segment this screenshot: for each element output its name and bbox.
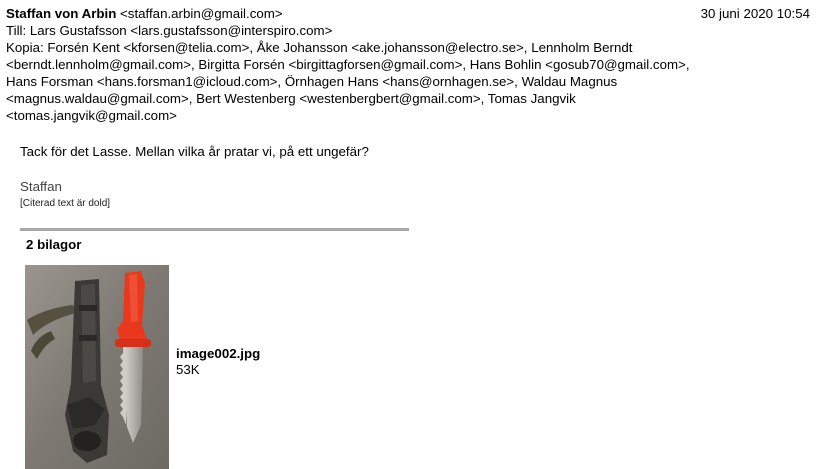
cc-line: Kopia: Forsén Kent <kforsen@telia.com>, … <box>6 40 633 55</box>
message-date: 30 juni 2020 10:54 <box>700 6 810 21</box>
cc-line: Hans Forsman <hans.forsman1@icloud.com>,… <box>6 74 618 89</box>
message-header: Staffan von Arbin <staffan.arbin@gmail.c… <box>6 5 810 124</box>
attachment-thumbnail[interactable] <box>25 265 169 469</box>
knife-photo <box>25 265 169 469</box>
sender-line: Staffan von Arbin <staffan.arbin@gmail.c… <box>6 5 810 22</box>
message-body: Tack för det Lasse. Mellan vilka år prat… <box>20 144 369 159</box>
attachment-filename[interactable]: image002.jpg <box>176 346 260 361</box>
sender-name[interactable]: Staffan von Arbin <box>6 6 116 21</box>
attachments-divider <box>20 228 409 231</box>
to-line: Till: Lars Gustafsson <lars.gustafsson@i… <box>6 23 333 38</box>
attachments-title: 2 bilagor <box>26 237 82 252</box>
cc-line: <magnus.waldau@gmail.com>, Bert Westenbe… <box>6 91 576 106</box>
quoted-text-toggle[interactable]: [Citerad text är dold] <box>20 197 110 210</box>
sender-email: <staffan.arbin@gmail.com> <box>120 6 283 21</box>
signature: Staffan <box>20 179 62 194</box>
cc-line: <berndt.lennholm@gmail.com>, Birgitta Fo… <box>6 57 690 72</box>
cc-line: <tomas.jangvik@gmail.com> <box>6 108 177 123</box>
attachment-size: 53K <box>176 362 200 377</box>
